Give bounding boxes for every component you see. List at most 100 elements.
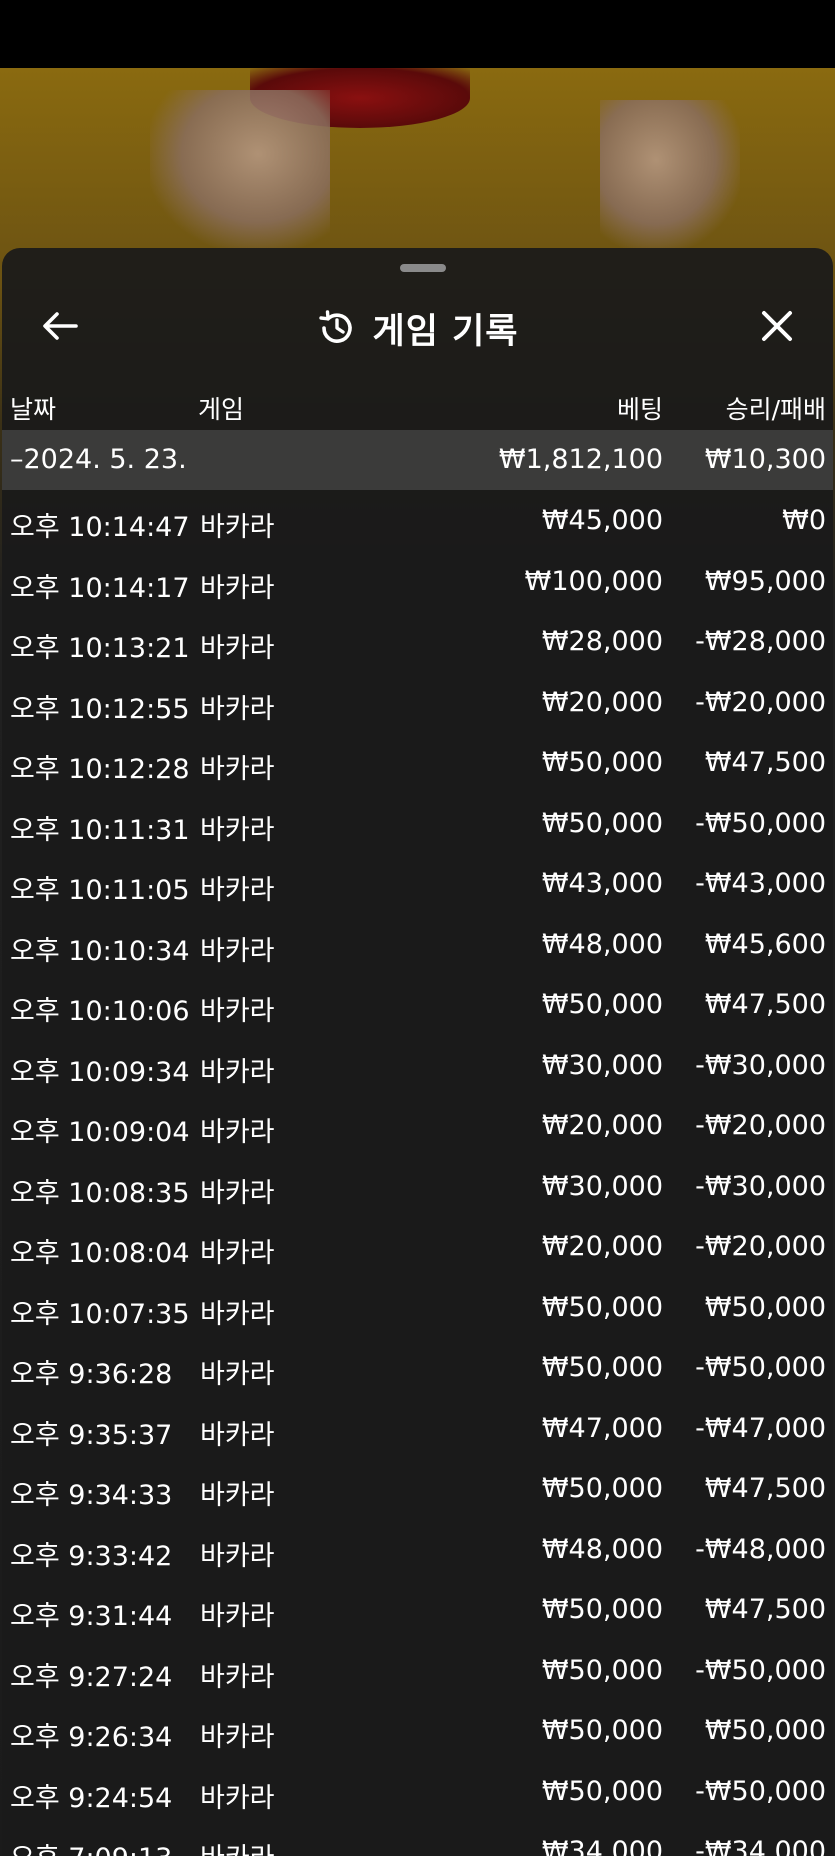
- row-time: 오후 10:09:04: [10, 1117, 190, 1148]
- row-result: -₩28,000: [695, 626, 826, 657]
- row-bet: ₩28,000: [541, 626, 663, 657]
- row-result: -₩30,000: [695, 1170, 826, 1202]
- history-row[interactable]: 오후 10:09:04 바카라 ₩20,000 -₩20,000: [2, 1095, 833, 1156]
- row-game: 바카라: [200, 814, 275, 846]
- row-game: 바카라: [200, 1722, 275, 1753]
- row-result: -₩50,000: [695, 807, 826, 839]
- row-bet: ₩50,000: [541, 747, 663, 778]
- drag-handle[interactable]: [400, 264, 446, 272]
- row-game: 바카라: [200, 1540, 275, 1572]
- row-bet: ₩20,000: [541, 1110, 663, 1141]
- history-row[interactable]: 오후 10:07:35 바카라 ₩50,000 ₩50,000: [2, 1277, 833, 1338]
- row-bet: ₩34,000: [541, 1836, 663, 1856]
- column-header-date: 날짜: [10, 395, 57, 424]
- row-result: ₩50,000: [704, 1715, 826, 1746]
- row-time: 오후 10:12:28: [10, 754, 190, 785]
- history-row[interactable]: 오후 10:14:47 바카라 ₩45,000 ₩0: [2, 490, 833, 551]
- row-bet: ₩48,000: [541, 1533, 663, 1565]
- row-time: 오후 9:31:44: [10, 1601, 173, 1632]
- row-time: 오후 10:07:35: [10, 1298, 190, 1330]
- history-row[interactable]: 오후 9:31:44 바카라 ₩50,000 ₩47,500: [2, 1579, 833, 1640]
- history-row[interactable]: 오후 10:12:28 바카라 ₩50,000 ₩47,500: [2, 732, 833, 793]
- row-game: 바카라: [200, 1238, 275, 1269]
- column-headers: 날짜 게임 베팅 승리/패배: [2, 380, 833, 430]
- row-time: 오후 10:14:17: [10, 572, 190, 604]
- row-time: 오후 10:09:34: [10, 1056, 190, 1088]
- row-bet: ₩43,000: [541, 868, 663, 899]
- row-time: 오후 9:33:42: [10, 1540, 173, 1572]
- history-row[interactable]: 오후 10:13:21 바카라 ₩28,000 -₩28,000: [2, 611, 833, 672]
- history-row[interactable]: 오후 9:33:42 바카라 ₩48,000 -₩48,000: [2, 1519, 833, 1580]
- row-result: -₩50,000: [695, 1654, 826, 1686]
- row-bet: ₩45,000: [541, 505, 663, 536]
- row-result: ₩45,600: [704, 928, 826, 960]
- row-bet: ₩50,000: [541, 1775, 663, 1807]
- row-result: ₩95,000: [704, 565, 826, 597]
- row-game: 바카라: [200, 875, 275, 906]
- row-game: 바카라: [200, 1782, 275, 1814]
- row-time: 오후 10:11:05: [10, 875, 190, 906]
- history-icon: [317, 308, 357, 348]
- status-bar: [0, 0, 835, 68]
- row-game: 바카라: [200, 1117, 275, 1148]
- history-row[interactable]: 오후 9:24:54 바카라 ₩50,000 -₩50,000: [2, 1761, 833, 1822]
- back-button[interactable]: [32, 306, 88, 350]
- row-bet: ₩50,000: [541, 807, 663, 839]
- row-bet: ₩50,000: [541, 1654, 663, 1686]
- history-row[interactable]: 오후 10:09:34 바카라 ₩30,000 -₩30,000: [2, 1035, 833, 1096]
- close-button[interactable]: [750, 304, 804, 352]
- history-row[interactable]: 오후 7:09:13 바카라 ₩34,000 -₩34,000: [2, 1821, 833, 1856]
- row-game: 바카라: [200, 512, 275, 543]
- history-list: 오후 10:14:47 바카라 ₩45,000 ₩0 오후 10:14:17 바카라 ₩10…: [2, 490, 833, 1856]
- history-row[interactable]: 오후 10:08:35 바카라 ₩30,000 -₩30,000: [2, 1156, 833, 1217]
- row-result: -₩43,000: [695, 868, 826, 899]
- row-result: -₩48,000: [695, 1533, 826, 1565]
- game-history-sheet: 게임 기록 날짜 게임 베팅 승리/패배 –2024. 5. 23. ₩1,81…: [2, 248, 833, 1856]
- history-row[interactable]: 오후 10:10:34 바카라 ₩48,000 ₩45,600: [2, 914, 833, 975]
- row-time: 오후 10:08:35: [10, 1177, 190, 1209]
- row-time: 오후 10:13:21: [10, 633, 190, 664]
- date-group-row[interactable]: –2024. 5. 23. ₩1,812,100 ₩10,300: [2, 430, 833, 490]
- row-game: 바카라: [200, 1419, 275, 1451]
- row-bet: ₩50,000: [541, 1715, 663, 1746]
- column-header-win-loss: 승리/패배: [725, 395, 826, 424]
- row-game: 바카라: [200, 1056, 275, 1088]
- row-bet: ₩50,000: [541, 1291, 663, 1323]
- sheet-title: 게임 기록: [372, 311, 519, 352]
- history-row[interactable]: 오후 9:27:24 바카라 ₩50,000 -₩50,000: [2, 1640, 833, 1701]
- row-bet: ₩47,000: [541, 1412, 663, 1444]
- history-row[interactable]: 오후 10:11:05 바카라 ₩43,000 -₩43,000: [2, 853, 833, 914]
- row-bet: ₩30,000: [541, 1170, 663, 1202]
- row-result: ₩50,000: [704, 1291, 826, 1323]
- row-game: 바카라: [200, 1298, 275, 1330]
- row-game: 바카라: [200, 1601, 275, 1632]
- history-row[interactable]: 오후 10:11:31 바카라 ₩50,000 -₩50,000: [2, 793, 833, 854]
- row-time: 오후 9:36:28: [10, 1359, 173, 1390]
- row-bet: ₩50,000: [541, 1594, 663, 1625]
- row-result: ₩47,500: [704, 747, 826, 778]
- row-result: -₩50,000: [695, 1352, 826, 1383]
- row-result: -₩20,000: [695, 1231, 826, 1262]
- history-row[interactable]: 오후 9:26:34 바카라 ₩50,000 ₩50,000: [2, 1700, 833, 1761]
- row-time: 오후 9:27:24: [10, 1661, 173, 1693]
- row-game: 바카라: [200, 935, 275, 967]
- history-row[interactable]: 오후 10:14:17 바카라 ₩100,000 ₩95,000: [2, 551, 833, 612]
- row-time: 오후 10:10:34: [10, 935, 190, 967]
- history-row[interactable]: 오후 9:34:33 바카라 ₩50,000 ₩47,500: [2, 1458, 833, 1519]
- history-row[interactable]: 오후 9:35:37 바카라 ₩47,000 -₩47,000: [2, 1398, 833, 1459]
- row-result: -₩47,000: [695, 1412, 826, 1444]
- history-row[interactable]: 오후 10:08:04 바카라 ₩20,000 -₩20,000: [2, 1216, 833, 1277]
- row-time: 오후 10:12:55: [10, 693, 190, 725]
- row-game: 바카라: [200, 1359, 275, 1390]
- back-arrow-icon: [42, 311, 78, 345]
- row-result: -₩20,000: [695, 1110, 826, 1141]
- history-row[interactable]: 오후 10:10:06 바카라 ₩50,000 ₩47,500: [2, 974, 833, 1035]
- sheet-header: 게임 기록: [2, 288, 833, 368]
- row-game: 바카라: [200, 996, 275, 1027]
- row-time: 오후 9:24:54: [10, 1782, 173, 1814]
- row-bet: ₩48,000: [541, 928, 663, 960]
- history-row[interactable]: 오후 9:36:28 바카라 ₩50,000 -₩50,000: [2, 1337, 833, 1398]
- row-game: 바카라: [200, 1836, 275, 1856]
- history-row[interactable]: 오후 10:12:55 바카라 ₩20,000 -₩20,000: [2, 672, 833, 733]
- date-group-win-loss-total: ₩10,300: [704, 444, 826, 475]
